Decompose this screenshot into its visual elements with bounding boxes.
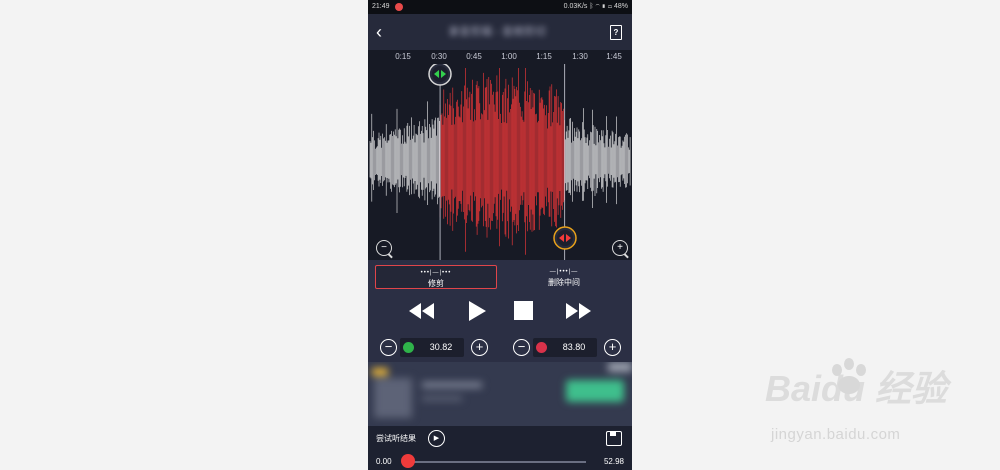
watermark-url: jingyan.baidu.com xyxy=(771,426,901,443)
end-handle[interactable] xyxy=(553,226,577,250)
delete-middle-button[interactable]: —|•••|— 删除中间 xyxy=(504,265,624,287)
stop-icon[interactable] xyxy=(514,301,533,320)
ad-content-blurred xyxy=(368,362,632,426)
start-time-value: 30.82 xyxy=(429,342,453,352)
battery-icon: ▭ xyxy=(607,3,613,10)
result-preview-bar: 尝试听结果 ▶ 0.00 52.98 xyxy=(368,426,632,470)
start-time-control: − 30.82 + xyxy=(380,338,490,358)
end-time-value: 83.80 xyxy=(562,342,586,352)
result-label: 尝试听结果 xyxy=(376,434,416,443)
waveform-bars xyxy=(369,68,631,255)
trim-mode-label: 修剪 xyxy=(428,279,444,288)
timeline-tick: 0:45 xyxy=(466,52,482,61)
timeline-tick: 1:30 xyxy=(572,52,588,61)
start-time-field[interactable]: 30.82 xyxy=(400,338,464,357)
progress-end-time: 52.98 xyxy=(603,457,624,466)
battery-level: 48% xyxy=(613,3,628,10)
wifi-icon: ◠ xyxy=(595,3,600,10)
delete-middle-label: 删除中间 xyxy=(548,278,580,287)
timeline-tick: 1:00 xyxy=(501,52,517,61)
status-bar: 21:49 0.03K/s ᛒ ◠ ▮ ▭ 48% xyxy=(368,0,632,14)
status-right: 0.03K/s ᛒ ◠ ▮ ▭ 48% xyxy=(564,0,628,14)
start-plus-button[interactable]: + xyxy=(471,339,488,356)
preview-play-icon[interactable]: ▶ xyxy=(428,430,445,447)
timeline-tick: 1:15 xyxy=(536,52,552,61)
ad-banner[interactable] xyxy=(368,362,632,426)
bluetooth-icon: ᛒ xyxy=(589,3,594,10)
title-bar: ‹ 录音剪辑 - 音频剪切 ? xyxy=(368,14,632,50)
zoom-in-icon[interactable]: + xyxy=(612,240,628,256)
start-handle[interactable] xyxy=(428,64,452,86)
paw-icon xyxy=(832,358,866,394)
end-plus-button[interactable]: + xyxy=(604,339,621,356)
progress-track[interactable] xyxy=(408,461,586,463)
timeline-tick: 0:15 xyxy=(395,52,411,61)
start-marker-icon xyxy=(403,342,414,353)
back-icon[interactable]: ‹ xyxy=(376,21,396,43)
transport-controls xyxy=(368,298,632,324)
waveform-editor[interactable]: 0:15 0:30 0:45 1:00 1:15 1:30 1:45 − + xyxy=(368,50,632,260)
zoom-out-icon[interactable]: − xyxy=(376,240,392,256)
trim-mode-button[interactable]: •••|—|••• 修剪 xyxy=(375,265,497,289)
delete-middle-icon: —|•••|— xyxy=(549,269,579,275)
play-icon[interactable] xyxy=(469,301,487,321)
end-minus-button[interactable]: − xyxy=(513,339,530,356)
start-minus-button[interactable]: − xyxy=(380,339,397,356)
end-time-field[interactable]: 83.80 xyxy=(533,338,597,357)
waveform[interactable] xyxy=(368,64,632,260)
signal-icon: ▮ xyxy=(601,3,606,10)
trim-icon: •••|—|••• xyxy=(420,270,452,276)
progress-start-time: 0.00 xyxy=(376,457,392,466)
fast-forward-icon[interactable] xyxy=(565,303,591,319)
page-title: 录音剪辑 - 音频剪切 xyxy=(448,26,546,38)
baidu-watermark: Baidu 经验 jingyan.baidu.com xyxy=(765,358,955,450)
save-icon[interactable] xyxy=(606,431,622,446)
help-icon[interactable]: ? xyxy=(610,25,622,40)
end-time-control: − 83.80 + xyxy=(513,338,623,358)
network-speed: 0.03K/s xyxy=(563,3,588,10)
timeline-ruler: 0:15 0:30 0:45 1:00 1:15 1:30 1:45 xyxy=(368,50,632,64)
progress-thumb[interactable] xyxy=(401,454,415,468)
rewind-icon[interactable] xyxy=(409,303,435,319)
end-marker-icon xyxy=(536,342,547,353)
phone-screen: 21:49 0.03K/s ᛒ ◠ ▮ ▭ 48% ‹ 录音剪辑 - 音频剪切 … xyxy=(368,0,632,470)
timeline-tick: 1:45 xyxy=(606,52,622,61)
status-time: 21:49 xyxy=(372,3,390,10)
timeline-tick: 0:30 xyxy=(431,52,447,61)
notification-icon xyxy=(395,3,403,11)
